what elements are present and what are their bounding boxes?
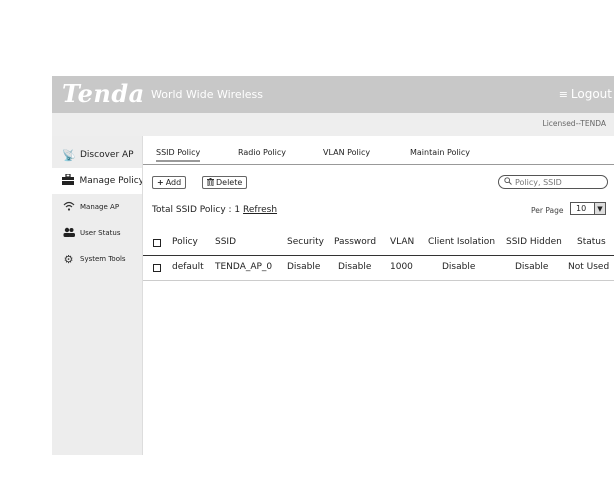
tenda-logo: Tenda — [62, 79, 145, 108]
wifi-satellite-icon: 📡 — [62, 148, 76, 162]
chevron-down-icon: ▼ — [594, 203, 605, 214]
summary-label: Total SSID Policy : — [152, 205, 232, 215]
main-content: SSID Policy Radio Policy VLAN Policy Mai… — [142, 136, 614, 455]
delete-button[interactable]: Delete — [202, 176, 248, 189]
add-label: Add — [165, 178, 182, 187]
column-header-security: Security — [287, 237, 324, 247]
sidebar-item-label: Manage Policy — [79, 176, 145, 186]
tab-maintain-policy[interactable]: Maintain Policy — [410, 148, 470, 157]
cell-policy[interactable]: default — [172, 262, 204, 272]
column-header-vlan: VLAN — [390, 237, 415, 247]
table-row: default TENDA_AP_0 Disable Disable 1000 … — [143, 256, 614, 281]
cell-password: Disable — [338, 262, 372, 272]
subheader-bar: Licensed--TENDA — [52, 113, 614, 136]
search-input[interactable] — [515, 177, 600, 187]
summary-count: 1 — [234, 205, 241, 215]
sidebar-item-discover-ap[interactable]: 📡 Discover AP — [52, 142, 142, 168]
menu-icon: ≡ — [558, 87, 568, 101]
column-header-ssid-hidden: SSID Hidden — [506, 237, 562, 247]
cell-ssid: TENDA_AP_0 — [215, 262, 273, 272]
sidebar-item-label: User Status — [80, 229, 121, 237]
sidebar: 📡 Discover AP Manage Policy Manage AP Us… — [52, 136, 144, 455]
per-page-value: 10 — [576, 204, 587, 213]
column-header-ssid: SSID — [215, 237, 237, 247]
license-text: Licensed--TENDA — [542, 119, 606, 128]
column-header-policy: Policy — [172, 237, 198, 247]
sidebar-item-manage-policy[interactable]: Manage Policy — [52, 168, 144, 194]
cell-vlan: 1000 — [390, 262, 413, 272]
gears-icon: ⚙ — [63, 252, 74, 266]
logout-label: Logout — [570, 87, 612, 101]
row-checkbox[interactable] — [153, 264, 161, 272]
cell-ssid-hidden: Disable — [515, 262, 549, 272]
column-header-client-isolation: Client Isolation — [428, 237, 496, 247]
policy-tabs: SSID Policy Radio Policy VLAN Policy Mai… — [143, 136, 614, 165]
app-window: Tenda World Wide Wireless ≡ Logout Licen… — [52, 76, 614, 455]
table-header-row: Policy SSID Security Password VLAN Clien… — [143, 231, 614, 256]
sidebar-item-user-status[interactable]: User Status — [52, 220, 142, 246]
column-header-status: Status — [577, 237, 606, 247]
header-bar: Tenda World Wide Wireless ≡ Logout — [52, 76, 614, 113]
sidebar-item-manage-ap[interactable]: Manage AP — [52, 194, 142, 220]
tagline: World Wide Wireless — [151, 88, 263, 101]
column-header-password: Password — [334, 237, 377, 247]
tab-vlan-policy[interactable]: VLAN Policy — [323, 148, 370, 157]
refresh-link[interactable]: Refresh — [243, 205, 277, 215]
select-all-checkbox[interactable] — [153, 239, 161, 247]
tab-ssid-policy[interactable]: SSID Policy — [156, 148, 201, 162]
cell-security: Disable — [287, 262, 321, 272]
sidebar-item-label: Discover AP — [80, 150, 134, 160]
cell-client-isolation: Disable — [442, 262, 476, 272]
wifi-icon — [62, 201, 75, 214]
per-page-label: Per Page — [531, 206, 564, 215]
briefcase-icon — [62, 173, 75, 188]
plus-icon: + — [157, 178, 164, 187]
sidebar-item-system-tools[interactable]: ⚙ System Tools — [52, 246, 142, 272]
add-button[interactable]: + Add — [152, 176, 187, 189]
cell-status: Not Used — [568, 262, 610, 272]
logout-button[interactable]: ≡ Logout — [559, 87, 612, 101]
tab-radio-policy[interactable]: Radio Policy — [238, 148, 286, 157]
delete-label: Delete — [216, 178, 243, 187]
trash-icon — [207, 177, 214, 188]
per-page-select[interactable]: 10 ▼ — [570, 202, 606, 215]
sidebar-item-label: Manage AP — [80, 203, 120, 211]
sidebar-item-label: System Tools — [80, 255, 126, 263]
ssid-policy-summary: Total SSID Policy : 1 Refresh — [152, 205, 277, 215]
search-box[interactable] — [498, 175, 608, 189]
users-icon — [62, 227, 75, 240]
search-icon — [504, 177, 512, 187]
